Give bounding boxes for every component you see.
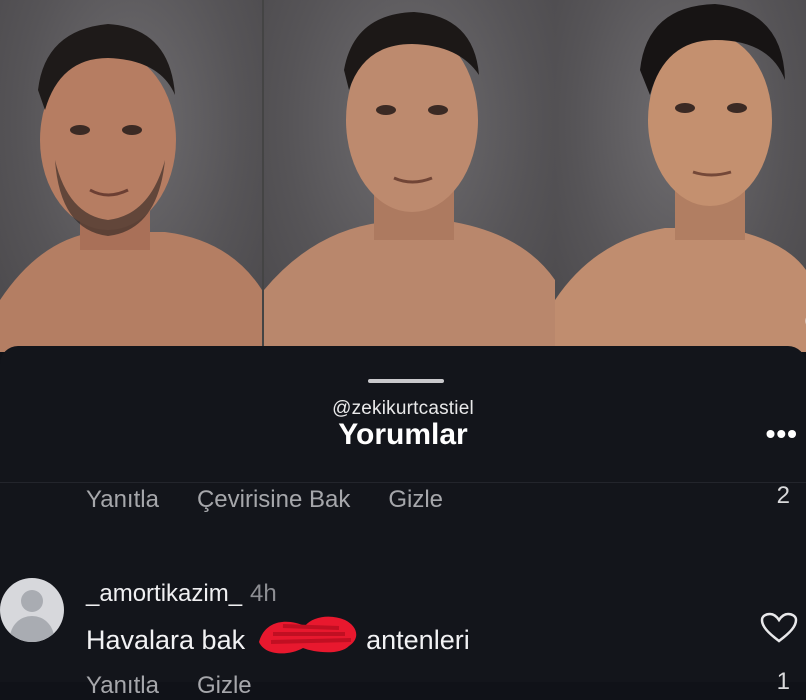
like-count: 2 [776,482,790,509]
comment-actions: Yanıtla Gizle [86,672,252,700]
prev-comment-actions: Yanıtla Çevirisine Bak Gizle [86,486,443,514]
sheet-title: Yorumlar [338,418,468,451]
photo-person-2[interactable] [264,0,555,352]
photo-person-1[interactable] [0,0,262,352]
comment-text-after: antenleri [366,625,470,656]
comment-text: Havalara bak antenleri [86,616,470,666]
see-translation-button[interactable]: Çevirisine Bak [197,486,350,514]
reply-button[interactable]: Yanıtla [86,486,159,514]
red-scribble-redaction [258,616,356,654]
photo-strip [0,0,806,352]
comment-time: 4h [250,580,277,607]
photo-person-3[interactable] [555,0,806,352]
avatar-placeholder-icon[interactable] [0,578,64,642]
comment-username[interactable]: _amortikazim_ [86,580,242,607]
hide-button[interactable]: Gizle [388,486,443,514]
sheet-grabber[interactable] [368,379,444,383]
comment-meta: _amortikazim_ 4h [86,580,277,608]
comments-sheet: @zekikurtcastiel Yorumlar ••• Yanıtla Çe… [0,346,806,699]
account-handle: @zekikurtcastiel [332,398,474,419]
comment-text-before: Havalara bak [86,625,246,656]
heart-outline-icon[interactable] [760,612,798,649]
like-count: 1 [776,668,790,695]
hide-button[interactable]: Gizle [197,672,252,700]
more-dots-icon[interactable]: ••• [766,418,798,450]
divider [0,482,806,483]
reply-button[interactable]: Yanıtla [86,672,159,700]
